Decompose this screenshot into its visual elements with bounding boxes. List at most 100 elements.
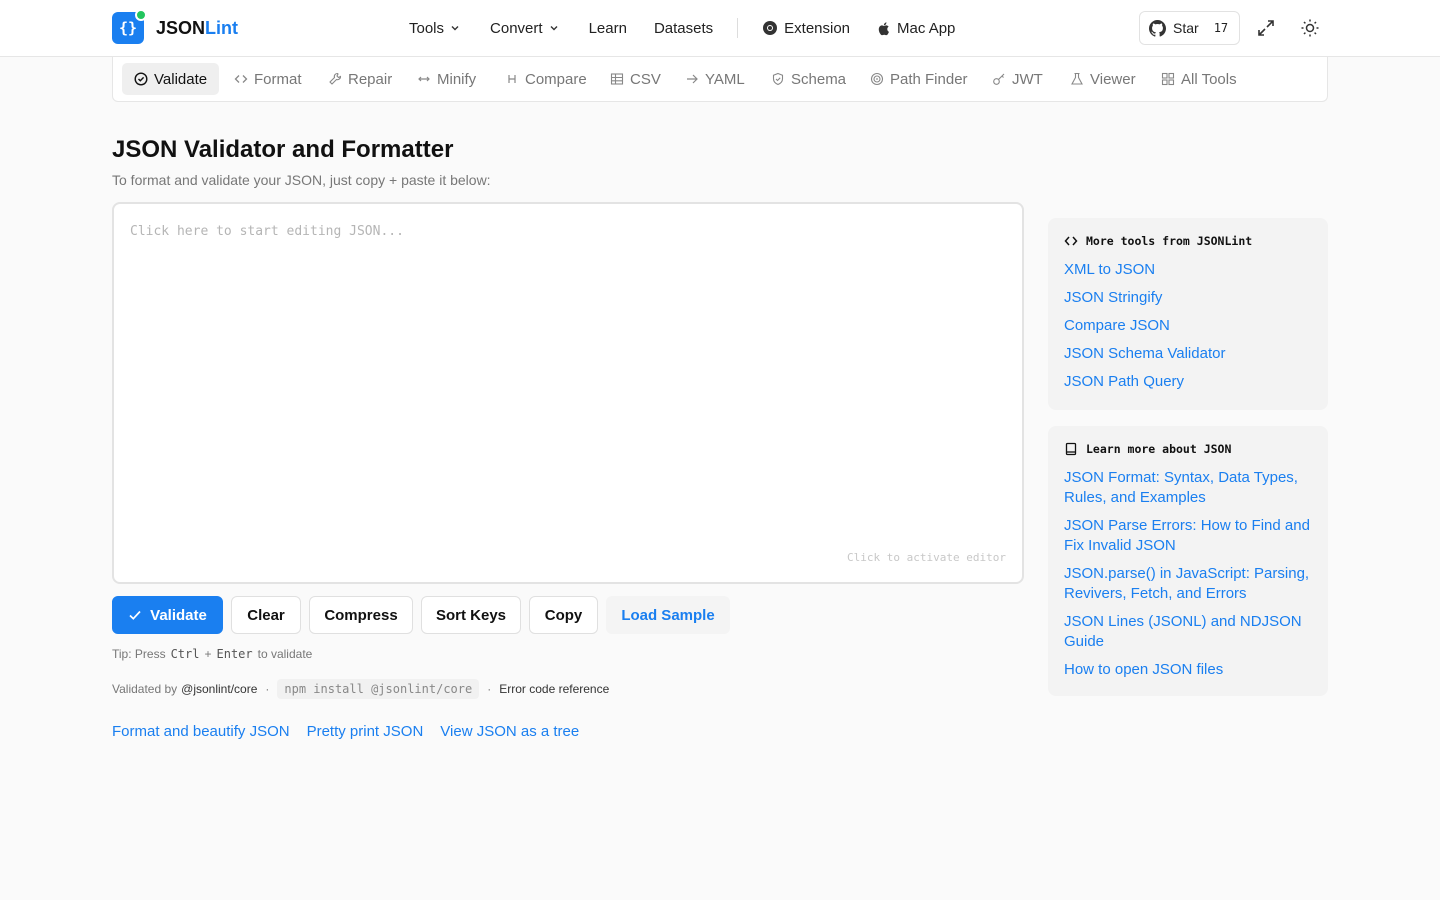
nav-tools[interactable]: Tools <box>409 20 460 37</box>
tab-all-tools[interactable]: All Tools <box>1161 63 1237 95</box>
tab-minify[interactable]: Minify <box>417 63 476 95</box>
book-icon <box>1065 442 1077 456</box>
sort-keys-button[interactable]: Sort Keys <box>421 596 521 634</box>
core-package-link[interactable]: @jsonlint/core <box>181 682 257 696</box>
open-json-files-link[interactable]: How to open JSON files <box>1064 660 1312 680</box>
tab-jwt-label: JWT <box>1012 70 1043 88</box>
shield-check-icon <box>772 72 784 86</box>
tab-compare-label: Compare <box>525 70 587 88</box>
error-code-reference-link[interactable]: Error code reference <box>499 682 609 696</box>
separator-dot: · <box>265 682 270 696</box>
json-format-guide-link[interactable]: JSON Format: Syntax, Data Types, Rules, … <box>1064 468 1312 508</box>
tab-validate[interactable]: Validate <box>122 63 220 95</box>
tab-compare[interactable]: Compare <box>505 63 587 95</box>
check-icon <box>129 610 141 620</box>
tab-minify-label: Minify <box>437 70 477 88</box>
flask-icon <box>1071 72 1083 85</box>
github-star-button[interactable]: Star 17 <box>1139 11 1240 45</box>
tab-schema[interactable]: Schema <box>771 63 846 95</box>
learn-more-heading: Learn more about JSON <box>1064 442 1312 456</box>
copy-button[interactable]: Copy <box>529 596 598 634</box>
compare-icon <box>508 75 516 83</box>
validate-button-label: Validate <box>150 606 207 624</box>
json-stringify-link[interactable]: JSON Stringify <box>1064 288 1312 308</box>
load-sample-button[interactable]: Load Sample <box>606 596 730 634</box>
tab-schema-label: Schema <box>791 70 847 88</box>
nav-extension-label: Extension <box>784 19 851 37</box>
tip-prefix: Tip: Press <box>112 647 166 661</box>
main-nav: Tools Convert Learn Datasets Extension M… <box>409 18 955 38</box>
code-icon <box>234 75 248 83</box>
logo-mark-icon: {} <box>112 9 147 44</box>
theme-toggle-button[interactable] <box>1299 17 1321 39</box>
table-icon <box>610 73 624 85</box>
compress-button[interactable]: Compress <box>309 596 413 634</box>
nav-datasets[interactable]: Datasets <box>654 20 713 37</box>
check-circle-icon <box>134 72 148 86</box>
learn-more-title: Learn more about JSON <box>1086 442 1232 456</box>
pretty-print-link[interactable]: Pretty print JSON <box>307 723 424 740</box>
tab-repair-label: Repair <box>348 70 393 88</box>
json-editor[interactable]: Click here to start editing JSON... Clic… <box>112 202 1024 584</box>
nav-convert[interactable]: Convert <box>490 20 559 37</box>
expand-icon <box>1258 20 1274 36</box>
bottom-links: Format and beautify JSON Pretty print JS… <box>112 723 579 740</box>
learn-more-card: Learn more about JSON JSON Format: Synta… <box>1048 426 1328 696</box>
brand-logo[interactable]: {} JSONLint <box>112 9 239 44</box>
fullscreen-button[interactable] <box>1255 17 1277 39</box>
xml-to-json-link[interactable]: XML to JSON <box>1064 260 1312 280</box>
logo-check-badge <box>135 9 147 21</box>
more-tools-title: More tools from JSONLint <box>1086 234 1253 248</box>
validated-by-row: Validated by @jsonlint/core · npm instal… <box>112 679 609 699</box>
tab-viewer-label: Viewer <box>1090 70 1136 88</box>
json-path-query-link[interactable]: JSON Path Query <box>1064 372 1312 392</box>
brand-name: JSONLint <box>156 17 239 38</box>
nav-convert-label: Convert <box>490 19 543 37</box>
tab-validate-label: Validate <box>154 70 208 88</box>
tab-format-label: Format <box>254 70 302 88</box>
json-parse-javascript-link[interactable]: JSON.parse() in JavaScript: Parsing, Rev… <box>1064 564 1312 604</box>
tab-repair[interactable]: Repair <box>328 63 392 95</box>
compare-json-link[interactable]: Compare JSON <box>1064 316 1312 336</box>
nav-extension[interactable]: Extension <box>762 20 850 37</box>
more-tools-heading: More tools from JSONLint <box>1064 234 1312 248</box>
keyboard-tip: Tip: Press Ctrl + Enter to validate <box>112 647 312 661</box>
key-icon <box>993 73 1005 85</box>
tab-format[interactable]: Format <box>234 63 302 95</box>
nav-mac-app-label: Mac App <box>897 19 956 37</box>
github-icon <box>1149 19 1166 37</box>
nav-learn[interactable]: Learn <box>589 20 627 37</box>
arrow-right-icon <box>687 74 698 84</box>
tip-plus: + <box>204 647 212 661</box>
chevron-down-icon <box>451 26 459 31</box>
tip-key-ctrl: Ctrl <box>170 647 200 661</box>
clear-button[interactable]: Clear <box>231 596 301 634</box>
tab-all-tools-label: All Tools <box>1181 70 1237 88</box>
apple-icon <box>878 21 889 35</box>
github-star-count: 17 <box>1213 21 1229 35</box>
nav-mac-app[interactable]: Mac App <box>877 20 955 37</box>
tab-viewer[interactable]: Viewer <box>1070 63 1136 95</box>
nav-tools-label: Tools <box>409 19 445 37</box>
tab-jwt[interactable]: JWT <box>992 63 1043 95</box>
more-tools-card: More tools from JSONLint XML to JSON JSO… <box>1048 218 1328 410</box>
tab-csv[interactable]: CSV <box>610 63 661 95</box>
tab-yaml[interactable]: YAML <box>685 63 745 95</box>
validate-button[interactable]: Validate <box>112 596 223 634</box>
tip-suffix: to validate <box>257 647 313 661</box>
json-schema-validator-link[interactable]: JSON Schema Validator <box>1064 344 1312 364</box>
npm-install-command[interactable]: npm install @jsonlint/core <box>277 679 480 699</box>
tree-view-link[interactable]: View JSON as a tree <box>440 723 579 740</box>
json-parse-errors-link[interactable]: JSON Parse Errors: How to Find and Fix I… <box>1064 516 1312 556</box>
tab-path-finder-label: Path Finder <box>890 70 968 88</box>
tab-yaml-label: YAML <box>705 70 745 88</box>
tool-tabs: Validate Format Repair Minify Compare CS… <box>112 57 1328 102</box>
json-lines-guide-link[interactable]: JSON Lines (JSONL) and NDJSON Guide <box>1064 612 1312 652</box>
github-star-label: Star <box>1173 20 1199 36</box>
tab-path-finder[interactable]: Path Finder <box>870 63 968 95</box>
page-title: JSON Validator and Formatter <box>112 136 454 163</box>
target-icon <box>870 72 884 86</box>
format-beautify-link[interactable]: Format and beautify JSON <box>112 723 290 740</box>
wrench-icon <box>329 72 342 85</box>
sun-icon <box>1301 19 1319 37</box>
